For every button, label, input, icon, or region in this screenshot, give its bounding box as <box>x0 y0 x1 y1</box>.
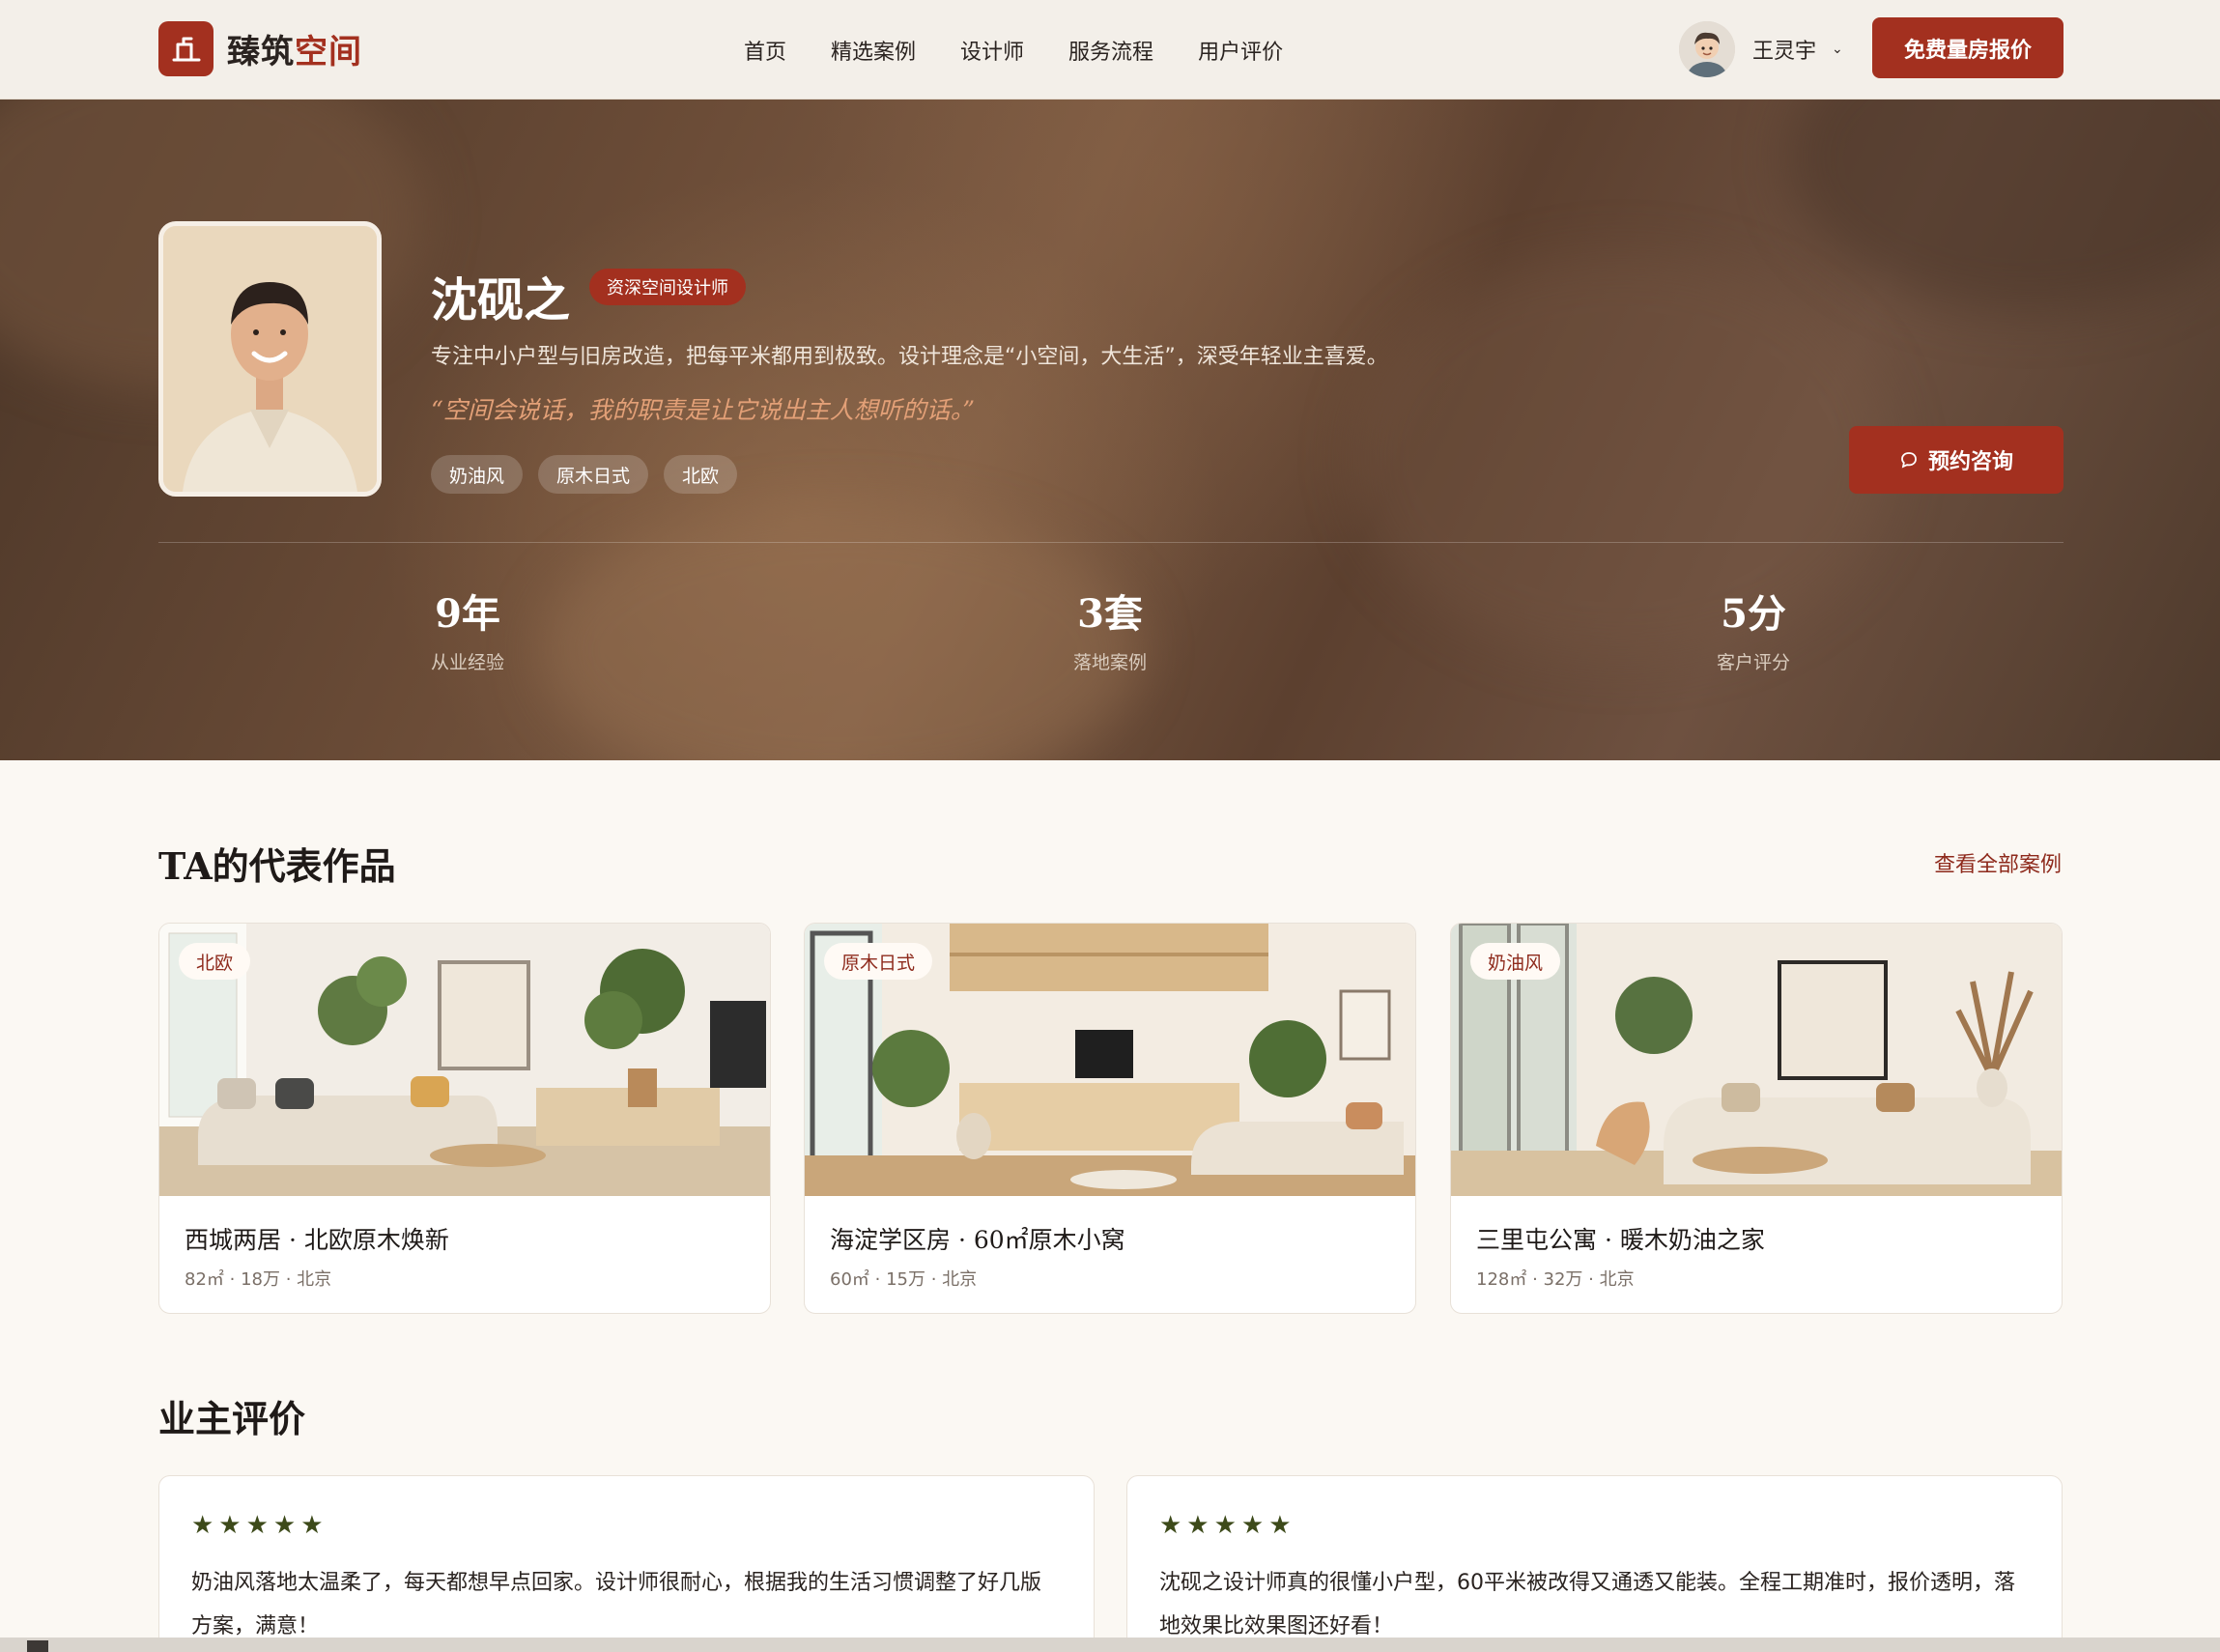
case-image: 奶油风 <box>1451 924 2062 1196</box>
style-tag[interactable]: 奶油风 <box>431 455 524 494</box>
stat-label: 客户评分 <box>1716 652 1790 673</box>
stat-experience: 9年 从业经验 <box>323 583 612 674</box>
hero-divider <box>158 542 2063 543</box>
designer-intro: 专注中小户型与旧房改造，把每平米都用到极致。设计理念是“小空间，大生活”，深受年… <box>431 345 1388 369</box>
style-tags: 奶油风 原木日式 北欧 <box>431 455 738 494</box>
chevron-down-icon: ⌄ <box>1832 42 1843 57</box>
designer-portrait <box>158 221 382 497</box>
case-card[interactable]: 原木日式 海淀学区房 · 60㎡原木小窝 60㎡ · 15万 · 北京 <box>804 923 1416 1314</box>
case-image: 原木日式 <box>805 924 1415 1196</box>
see-all-cases-link[interactable]: 查看全部案例 <box>1934 847 2062 878</box>
stat-cases: 3套 落地案例 <box>965 583 1255 674</box>
reviews-section-title: 业主评价 <box>158 1397 306 1440</box>
case-meta: 82㎡ · 18万 · 北京 <box>185 1269 332 1290</box>
nav-designers[interactable]: 设计师 <box>960 35 1024 66</box>
nav-featured-cases[interactable]: 精选案例 <box>831 35 916 66</box>
case-style-tag: 原木日式 <box>824 943 933 980</box>
designer-hero: 沈砚之 资深空间设计师 专注中小户型与旧房改造，把每平米都用到极致。设计理念是“… <box>0 100 2220 760</box>
review-card: ★★★★★ 奶油风落地太温柔了，每天都想早点回家。设计师很耐心，根据我的生活习惯… <box>158 1475 1095 1652</box>
case-card[interactable]: 奶油风 三里屯公寓 · 暖木奶油之家 128㎡ · 32万 · 北京 <box>1450 923 2063 1314</box>
brand-name: 臻筑空间 <box>227 33 362 71</box>
style-tag[interactable]: 北欧 <box>664 455 738 494</box>
nav-user-reviews[interactable]: 用户评价 <box>1198 35 1283 66</box>
user-name: 王灵宇 <box>1752 40 1817 64</box>
scrollbar-thumb[interactable] <box>27 1640 48 1652</box>
horizontal-scrollbar[interactable] <box>0 1638 2220 1652</box>
case-meta: 60㎡ · 15万 · 北京 <box>830 1269 978 1290</box>
fabric-fold <box>1787 100 2220 312</box>
case-meta: 128㎡ · 32万 · 北京 <box>1476 1269 1635 1290</box>
book-consultation-label: 预约咨询 <box>1927 450 2013 474</box>
review-text: 奶油风落地太温柔了，每天都想早点回家。设计师很耐心，根据我的生活习惯调整了好几版… <box>191 1571 1042 1638</box>
book-consultation-button[interactable]: 预约咨询 <box>1849 426 2063 494</box>
free-quote-button[interactable]: 免费量房报价 <box>1872 17 2063 78</box>
works-section-title: TA的代表作品 <box>158 844 396 888</box>
case-title: 海淀学区房 · 60㎡原木小窝 <box>830 1226 1125 1254</box>
brand-logo[interactable]: 臻筑空间 <box>158 21 362 76</box>
review-card: ★★★★★ 沈砚之设计师真的很懂小户型，60平米被改得又通透又能装。全程工期准时… <box>1126 1475 2063 1652</box>
main-nav: 首页 精选案例 设计师 服务流程 用户评价 <box>744 0 1283 100</box>
case-title: 西城两居 · 北欧原木焕新 <box>185 1226 449 1254</box>
designer-quote: “空间会说话，我的职责是让它说出主人想听的话。” <box>431 396 976 424</box>
case-title: 三里屯公寓 · 暖木奶油之家 <box>1476 1226 1765 1254</box>
building-icon <box>158 21 213 76</box>
case-image: 北欧 <box>159 924 770 1196</box>
case-style-tag: 北欧 <box>179 943 251 980</box>
review-text: 沈砚之设计师真的很懂小户型，60平米被改得又通透又能装。全程工期准时，报价透明，… <box>1159 1571 2015 1638</box>
chat-bubble-icon <box>1901 452 1917 469</box>
designer-name: 沈砚之 <box>431 273 571 328</box>
case-card[interactable]: 北欧 西城两居 · 北欧原木焕新 82㎡ · 18万 · 北京 <box>158 923 771 1314</box>
nav-service-process[interactable]: 服务流程 <box>1068 35 1153 66</box>
stat-rating: 5分 客户评分 <box>1608 583 1898 674</box>
star-rating-icon: ★★★★★ <box>1159 1511 1296 1540</box>
stat-label: 从业经验 <box>430 652 504 673</box>
stat-value: 5分 <box>1721 591 1786 637</box>
user-menu[interactable]: 王灵宇 ⌄ <box>1679 21 1843 77</box>
star-rating-icon: ★★★★★ <box>191 1511 328 1540</box>
top-header: 臻筑空间 首页 精选案例 设计师 服务流程 用户评价 王灵宇 ⌄ 免费量房报价 <box>0 0 2220 100</box>
designer-title-badge: 资深空间设计师 <box>589 269 746 305</box>
case-style-tag: 奶油风 <box>1470 943 1561 980</box>
stat-label: 落地案例 <box>1072 652 1147 673</box>
style-tag[interactable]: 原木日式 <box>538 455 649 494</box>
nav-home[interactable]: 首页 <box>744 35 786 66</box>
stat-value: 9年 <box>435 591 500 637</box>
stat-value: 3套 <box>1077 591 1143 637</box>
user-avatar <box>1679 21 1735 77</box>
